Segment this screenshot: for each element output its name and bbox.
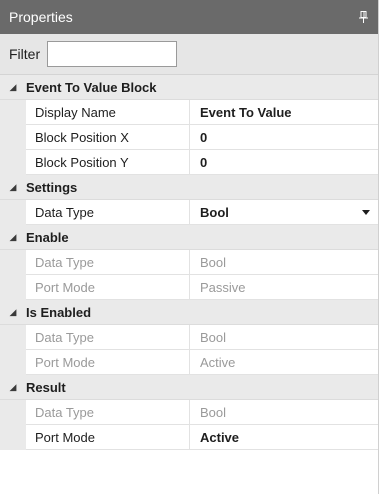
filter-input[interactable]	[47, 41, 178, 67]
dropdown-arrow-icon[interactable]	[362, 210, 370, 215]
properties-panel: Properties Filter ◢ Event To Value Block…	[0, 0, 379, 494]
collapse-arrow-icon[interactable]: ◢	[0, 175, 26, 200]
collapse-arrow-icon[interactable]: ◢	[0, 300, 26, 325]
property-row-display-name[interactable]: Display Name Event To Value	[0, 100, 378, 125]
property-name: Display Name	[26, 100, 190, 125]
collapse-arrow-icon[interactable]: ◢	[0, 75, 26, 100]
property-row-result-data-type: Data Type Bool	[0, 400, 378, 425]
property-name: Data Type	[26, 325, 190, 350]
property-name: Port Mode	[26, 425, 190, 450]
property-value-readonly: Passive	[190, 275, 378, 300]
dropdown-selected-value: Bool	[200, 204, 229, 220]
property-value-display-name[interactable]: Event To Value	[190, 100, 378, 125]
data-type-dropdown[interactable]: Bool	[190, 200, 378, 225]
property-value-readonly: Bool	[190, 400, 378, 425]
property-name: Data Type	[26, 250, 190, 275]
category-label: Settings	[26, 179, 78, 195]
property-row-is-enabled-data-type: Data Type Bool	[0, 325, 378, 350]
filter-bar: Filter	[0, 34, 378, 75]
property-row-block-position-y[interactable]: Block Position Y 0	[0, 150, 378, 175]
property-value-block-position-y[interactable]: 0	[190, 150, 378, 175]
property-value-readonly: Bool	[190, 325, 378, 350]
pin-icon[interactable]	[356, 8, 370, 26]
property-value-readonly: Active	[190, 350, 378, 375]
category-label: Is Enabled	[26, 304, 92, 320]
category-label: Enable	[26, 229, 69, 245]
property-row-result-port-mode[interactable]: Port Mode Active	[0, 425, 378, 450]
property-name: Block Position X	[26, 125, 190, 150]
panel-title: Properties	[9, 9, 73, 25]
property-name: Port Mode	[26, 350, 190, 375]
panel-titlebar: Properties	[0, 0, 378, 34]
property-name: Data Type	[26, 200, 190, 225]
property-name: Data Type	[26, 400, 190, 425]
collapse-arrow-icon[interactable]: ◢	[0, 375, 26, 400]
category-label: Result	[26, 379, 66, 395]
property-row-is-enabled-port-mode: Port Mode Active	[0, 350, 378, 375]
collapse-arrow-icon[interactable]: ◢	[0, 225, 26, 250]
property-name: Port Mode	[26, 275, 190, 300]
property-value-block-position-x[interactable]: 0	[190, 125, 378, 150]
property-grid: ◢ Event To Value Block Display Name Even…	[0, 75, 378, 450]
property-name: Block Position Y	[26, 150, 190, 175]
category-is-enabled[interactable]: ◢ Is Enabled	[0, 300, 378, 325]
category-label: Event To Value Block	[26, 79, 157, 95]
filter-label: Filter	[9, 46, 41, 62]
category-settings[interactable]: ◢ Settings	[0, 175, 378, 200]
property-row-settings-data-type[interactable]: Data Type Bool	[0, 200, 378, 225]
property-row-block-position-x[interactable]: Block Position X 0	[0, 125, 378, 150]
property-value-readonly: Bool	[190, 250, 378, 275]
property-value-result-port-mode[interactable]: Active	[190, 425, 378, 450]
property-row-enable-data-type: Data Type Bool	[0, 250, 378, 275]
property-row-enable-port-mode: Port Mode Passive	[0, 275, 378, 300]
category-result[interactable]: ◢ Result	[0, 375, 378, 400]
category-event-to-value-block[interactable]: ◢ Event To Value Block	[0, 75, 378, 100]
category-enable[interactable]: ◢ Enable	[0, 225, 378, 250]
